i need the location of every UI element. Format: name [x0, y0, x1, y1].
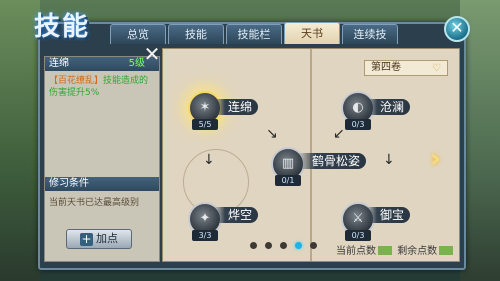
- volume-selector[interactable]: 第四卷 ♡: [364, 60, 448, 76]
- points-summary: 当前点数 剩余点数: [336, 242, 455, 257]
- arrow-down-right-icon: ↘: [266, 126, 278, 142]
- detail-description: 【百花缭乱】技能造成的伤害提升5%: [49, 75, 157, 99]
- skill-node-label: 沧澜: [366, 99, 411, 115]
- add-point-label: 加点: [96, 232, 118, 245]
- remaining-points-value: [439, 246, 454, 255]
- detail-skill-name: 连绵: [49, 58, 69, 69]
- skill-node-count: 3/3: [192, 230, 218, 241]
- condition-header: 修习条件: [45, 177, 159, 191]
- current-points-label: 当前点数: [336, 246, 376, 257]
- skill-node-label: 连绵: [214, 99, 259, 115]
- tab-combo[interactable]: 连续技: [342, 24, 398, 44]
- close-icon: ✕: [450, 18, 464, 37]
- window-title: 技能: [34, 12, 91, 42]
- condition-text: 当前天书已达最高级别: [49, 198, 140, 208]
- remaining-points-label: 剩余点数: [397, 246, 438, 257]
- page-dot-active[interactable]: [295, 242, 302, 249]
- arrow-down-left-icon: ↙: [333, 126, 345, 142]
- detail-close-icon[interactable]: ✕: [142, 44, 162, 64]
- chevron-right-icon[interactable]: ›: [430, 146, 454, 172]
- tab-heavenly-book[interactable]: 天书: [284, 22, 340, 44]
- skill-node-label: 烨空: [214, 207, 259, 223]
- arrow-down-icon: ↓: [203, 152, 215, 168]
- tab-skills[interactable]: 技能: [168, 24, 224, 44]
- tab-skill-bar[interactable]: 技能栏: [226, 24, 282, 44]
- background-left: [0, 0, 40, 281]
- page-indicator: [250, 242, 325, 249]
- heart-icon: ♡: [432, 63, 441, 74]
- skill-node-count: 0/3: [345, 119, 371, 130]
- skill-node-count: 5/5: [192, 119, 218, 130]
- page-dot[interactable]: [310, 242, 317, 249]
- skill-node-count: 0/3: [345, 230, 371, 241]
- arrow-down-icon: ↓: [383, 152, 395, 168]
- current-points-value: [378, 246, 392, 255]
- page-dot[interactable]: [265, 242, 272, 249]
- plus-icon: +: [80, 232, 93, 246]
- volume-label: 第四卷: [371, 62, 401, 73]
- detail-description-highlight: 【百花缭乱】: [49, 76, 104, 86]
- page-dot[interactable]: [250, 242, 257, 249]
- skill-node-label: 鹤骨松姿: [298, 153, 367, 169]
- page-dot[interactable]: [280, 242, 287, 249]
- skill-node-count: 0/1: [275, 175, 301, 186]
- add-point-button[interactable]: + 加点: [66, 229, 132, 249]
- close-button[interactable]: ✕: [444, 16, 470, 42]
- tab-overview[interactable]: 总览: [110, 24, 166, 44]
- skill-node-label: 御宝: [366, 207, 411, 223]
- background-right: [460, 0, 500, 281]
